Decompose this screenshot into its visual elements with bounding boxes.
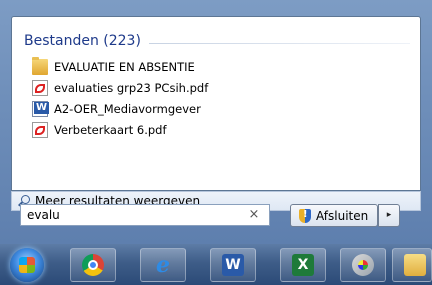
results-group-title[interactable]: Bestanden (223) xyxy=(24,33,141,49)
clear-search-icon[interactable]: × xyxy=(245,206,263,224)
result-item-label: A2-OER_Mediavormgever xyxy=(54,101,201,116)
result-item-pdf[interactable]: Verbeterkaart 6.pdf xyxy=(32,120,167,139)
group-divider xyxy=(148,42,410,44)
taskbar-app-explorer[interactable] xyxy=(392,248,432,282)
uac-shield-icon xyxy=(299,208,311,223)
windows-logo-icon xyxy=(19,257,35,273)
pdf-icon xyxy=(32,79,48,96)
taskbar-app-chrome[interactable] xyxy=(70,248,116,282)
paint-icon xyxy=(352,254,374,276)
result-item-document[interactable]: A2-OER_Mediavormgever xyxy=(32,99,201,118)
folder-icon xyxy=(404,254,426,276)
taskbar: e W X xyxy=(0,244,432,285)
internet-explorer-icon: e xyxy=(156,252,170,278)
word-document-icon xyxy=(32,100,50,117)
shutdown-button[interactable]: Afsluiten xyxy=(290,204,378,227)
search-input[interactable] xyxy=(20,204,270,226)
result-item-pdf[interactable]: evaluaties grp23 PCsih.pdf xyxy=(32,78,208,97)
taskbar-app-internet-explorer[interactable]: e xyxy=(140,248,186,282)
result-item-folder[interactable]: EVALUATIE EN ABSENTIE xyxy=(32,56,195,76)
start-menu: Bestanden (223) EVALUATIE EN ABSENTIE ev… xyxy=(0,0,432,244)
result-item-label: Verbeterkaart 6.pdf xyxy=(54,122,167,137)
excel-icon: X xyxy=(292,254,314,276)
folder-icon xyxy=(32,56,48,75)
shutdown-label: Afsluiten xyxy=(316,208,369,223)
chrome-icon xyxy=(82,254,104,276)
start-button[interactable] xyxy=(10,248,44,282)
pdf-icon xyxy=(32,121,48,138)
results-group-header[interactable]: Bestanden (223) xyxy=(24,31,410,51)
search-results-panel: Bestanden (223) EVALUATIE EN ABSENTIE ev… xyxy=(11,16,421,191)
taskbar-app-word[interactable]: W xyxy=(210,248,256,282)
shutdown-options-button[interactable]: ▸ xyxy=(378,204,400,227)
taskbar-app-excel[interactable]: X xyxy=(280,248,326,282)
result-item-label: EVALUATIE EN ABSENTIE xyxy=(54,59,195,74)
result-item-label: evaluaties grp23 PCsih.pdf xyxy=(54,80,209,95)
taskbar-app-paint[interactable] xyxy=(340,248,386,282)
word-icon: W xyxy=(222,254,244,276)
